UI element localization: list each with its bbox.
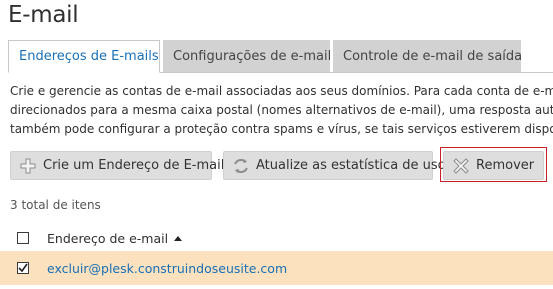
update-stats-label: Atualize as estatística de uso [256,158,446,173]
tab-outgoing-mail-control[interactable]: Controle de e-mail de saída [333,40,522,72]
check-icon [18,263,28,273]
column-header-email[interactable]: Endereço de e-mail [47,231,168,246]
description-line: Crie e gerencie as contas de e-mail asso… [10,84,553,98]
page-title: E-mail [8,2,79,28]
select-all-checkbox[interactable] [17,232,29,244]
tab-email-settings[interactable]: Configurações de e-mail [163,40,331,72]
remove-label: Remover [476,158,535,173]
email-address-link[interactable]: excluir@plesk.construindoseusite.com [47,261,287,276]
table-header: Endereço de e-mail [10,225,553,251]
remove-button[interactable]: Remover [443,151,544,180]
row-checkbox[interactable] [17,262,29,274]
refresh-icon [232,157,250,175]
tab-bar: Endereços de E-mails Configurações de e-… [8,40,524,73]
create-email-button[interactable]: Crie um Endereço de E-mail [10,151,224,180]
description-line: também pode configurar a proteção contra… [10,122,553,136]
total-items-count: 3 total de itens [10,198,101,212]
page-description: Crie e gerencie as contas de e-mail asso… [10,82,553,139]
tab-email-addresses[interactable]: Endereços de E-mails [8,40,160,73]
description-line: direcionados para a mesma caixa postal (… [10,103,553,117]
create-email-label: Crie um Endereço de E-mail [43,158,225,173]
close-icon [452,157,470,175]
table-row[interactable]: excluir@plesk.construindoseusite.com [0,251,553,285]
update-stats-button[interactable]: Atualize as estatística de uso [223,151,446,180]
plus-icon [19,157,37,175]
sort-ascending-icon[interactable] [174,235,183,241]
